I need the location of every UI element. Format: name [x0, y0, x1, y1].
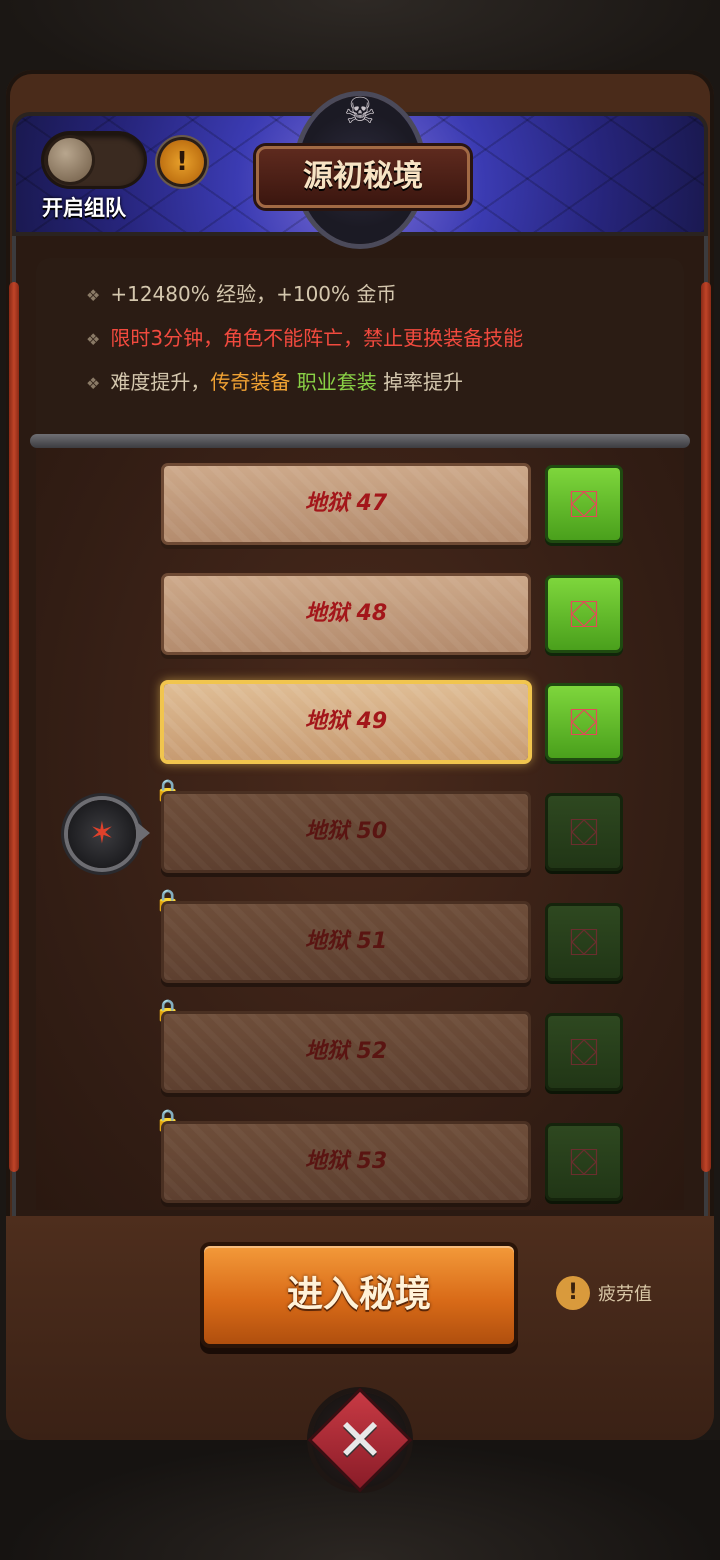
level-plate[interactable]: 地狱 48: [164, 576, 528, 652]
level-plate[interactable]: 地狱 52: [164, 1014, 528, 1090]
right-frame-bar: [701, 282, 711, 1172]
level-row-selected[interactable]: 地狱 49 ⛋: [162, 684, 632, 768]
level-plate[interactable]: 地狱 53: [164, 1124, 528, 1200]
player-marker-pointer: [138, 823, 150, 843]
info-line-rules: ❖ 限时3分钟，角色不能阵亡，禁止更换装备技能: [86, 326, 524, 350]
left-frame-bar: [9, 282, 19, 1172]
chest-icon[interactable]: ⛋: [548, 796, 620, 868]
team-toggle-label: 开启组队: [42, 196, 126, 220]
class-set-label: 职业套装: [296, 370, 377, 394]
enter-dungeon-button[interactable]: 进入秘境: [204, 1246, 514, 1344]
page-title: 源初秘境: [256, 146, 470, 208]
team-toggle[interactable]: [44, 134, 144, 186]
info-line-drops: ❖ 难度提升，传奇装备 职业套装 掉率提升: [86, 370, 464, 394]
fatigue-info-icon[interactable]: !: [556, 1276, 590, 1310]
chest-icon[interactable]: ⛋: [548, 1126, 620, 1198]
level-row[interactable]: 地狱 48 ⛋: [162, 576, 632, 660]
info-icon[interactable]: !: [160, 140, 204, 184]
section-divider: [30, 434, 690, 448]
level-plate[interactable]: 地狱 50: [164, 794, 528, 870]
bullet-icon: ❖: [86, 286, 101, 305]
chest-icon[interactable]: ⛋: [548, 468, 620, 540]
level-plate[interactable]: 地狱 49: [164, 684, 528, 760]
player-marker-avatar: ✶: [68, 800, 136, 868]
level-row-locked[interactable]: 🔒 地狱 51 ⛋: [154, 889, 632, 988]
close-icon[interactable]: ✕: [312, 1392, 408, 1488]
fatigue-label[interactable]: 疲劳值: [598, 1280, 652, 1306]
chest-icon[interactable]: ⛋: [548, 1016, 620, 1088]
chest-icon[interactable]: ⛋: [548, 686, 620, 758]
chest-icon[interactable]: ⛋: [548, 906, 620, 978]
level-plate[interactable]: 地狱 51: [164, 904, 528, 980]
level-row-locked[interactable]: 🔒 地狱 53 ⛋: [154, 1109, 632, 1208]
skull-icon: ☠: [343, 91, 377, 132]
level-row-locked[interactable]: 🔒 地狱 52 ⛋: [154, 999, 632, 1098]
level-row-locked[interactable]: 🔒 地狱 50 ⛋: [154, 779, 632, 878]
level-row[interactable]: 地狱 47 ⛋: [162, 466, 632, 550]
bullet-icon: ❖: [86, 330, 101, 349]
legendary-gear-label: 传奇装备: [210, 370, 291, 394]
bullet-icon: ❖: [86, 374, 101, 393]
toggle-knob: [48, 138, 92, 182]
info-line-rewards: ❖ +12480% 经验，+100% 金币: [86, 282, 397, 306]
chest-icon[interactable]: ⛋: [548, 578, 620, 650]
level-plate[interactable]: 地狱 47: [164, 466, 528, 542]
